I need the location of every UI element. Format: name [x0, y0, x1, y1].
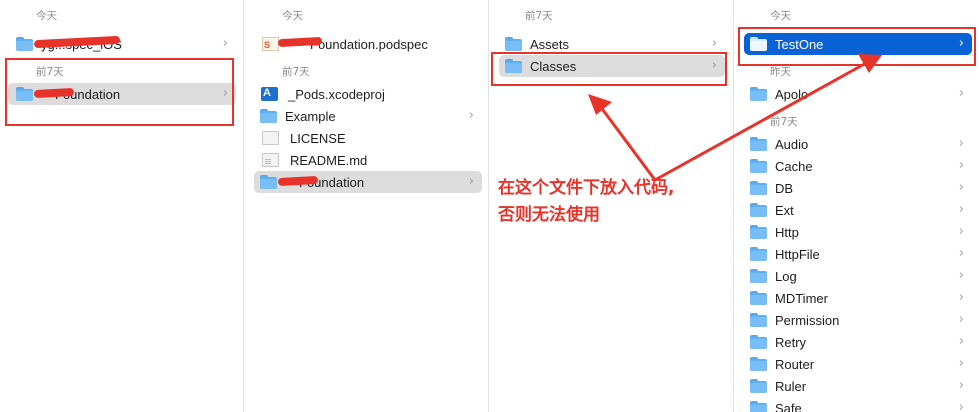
annotation-arrows: [588, 54, 882, 182]
arrowhead-icon: [858, 54, 882, 73]
arrow-to-testone: [654, 60, 869, 182]
arrow-to-classes: [598, 105, 657, 181]
arrowhead-icon: [588, 94, 612, 115]
